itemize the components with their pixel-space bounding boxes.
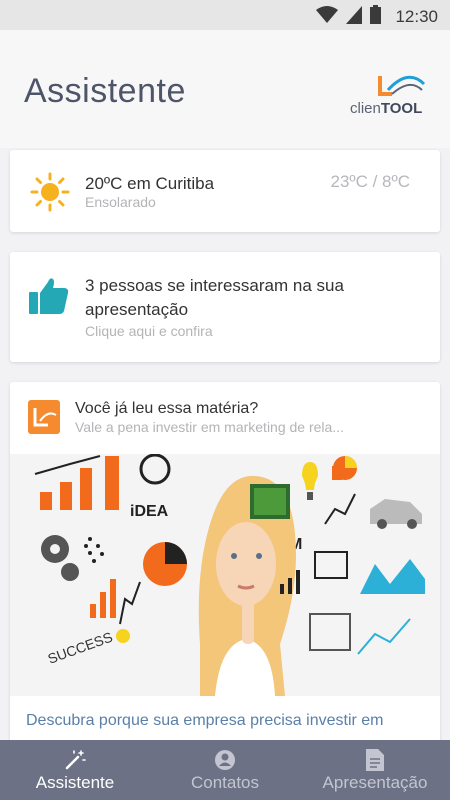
logo-text: clienTOOL — [350, 100, 423, 117]
interest-title: 3 pessoas se interessaram na sua apresen… — [85, 276, 344, 319]
article-card[interactable]: Você já leu essa matéria? Vale a pena in… — [10, 382, 440, 762]
article-description[interactable]: Descubra porque sua empresa precisa inve… — [26, 710, 426, 732]
nav-label: Contatos — [190, 773, 260, 792]
nav-item-assistente[interactable]: Assistente — [0, 740, 150, 800]
interest-card[interactable]: 3 pessoas se interessaram na sua apresen… — [10, 252, 440, 362]
clientool-logo: clienTOOL — [350, 74, 430, 118]
article-image[interactable]: SUCCESS iDEA TEAM — [10, 453, 440, 696]
thumbs-up-icon — [27, 274, 71, 323]
interest-link[interactable]: Clique aqui e confira — [85, 323, 213, 339]
article-illustration: SUCCESS iDEA TEAM — [10, 453, 440, 696]
weather-condition: Ensolarado — [85, 194, 156, 210]
nav-label: Assistente — [35, 773, 115, 792]
weather-range: 23ºC / 8ºC — [330, 172, 410, 191]
status-time: 12:30 — [395, 7, 438, 26]
weather-title: 20ºC em Curitiba — [85, 174, 215, 193]
weather-card[interactable]: 20ºC em Curitiba Ensolarado 23ºC / 8ºC — [10, 150, 440, 232]
status-bar: 12:30 — [0, 0, 450, 30]
signal-icon — [346, 5, 363, 29]
nav-item-apresentacao[interactable]: Apresentação — [300, 740, 450, 800]
nav-label: Apresentação — [322, 773, 428, 792]
app-header: Assistente clienTOOL — [0, 30, 450, 148]
battery-icon — [370, 5, 382, 29]
magic-wand-icon — [64, 749, 86, 776]
page-title: Assistente — [24, 72, 186, 110]
article-title: Você já leu essa matéria? — [75, 400, 259, 417]
bottom-nav: Assistente Contatos Apresentação — [0, 740, 450, 800]
sun-icon — [30, 172, 70, 217]
article-subtitle: Vale a pena investir em marketing de rel… — [75, 419, 344, 435]
wifi-icon — [316, 5, 339, 29]
status-icons: 12:30 — [316, 5, 438, 29]
person-icon — [214, 749, 236, 776]
document-icon — [366, 749, 384, 776]
article-source-logo — [28, 400, 60, 434]
svg-text:iDEA: iDEA — [130, 503, 169, 520]
nav-item-contatos[interactable]: Contatos — [150, 740, 300, 800]
